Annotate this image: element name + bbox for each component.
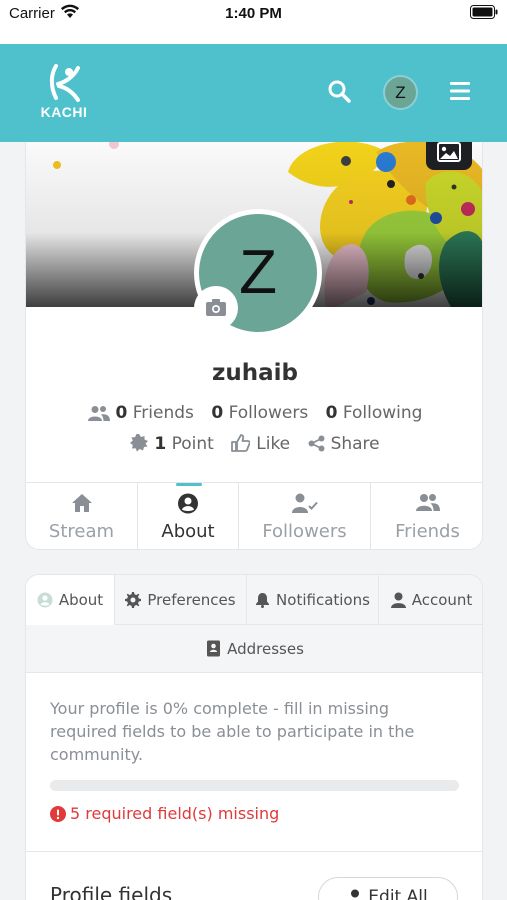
tab-about-label: About (161, 521, 215, 542)
tab-stream-label: Stream (48, 521, 115, 542)
following-count: 0 (325, 403, 338, 423)
settings-tab-account[interactable]: Account (379, 575, 482, 625)
share-label: Share (330, 434, 380, 454)
kachi-logo[interactable]: KACHI (36, 60, 92, 122)
tab-followers[interactable]: Followers (239, 483, 371, 549)
settings-tab-about[interactable]: About (26, 575, 115, 626)
change-avatar-button[interactable] (194, 286, 238, 330)
change-cover-button[interactable] (426, 142, 472, 170)
gear-icon (125, 592, 142, 608)
user-avatar[interactable]: Z (383, 75, 418, 110)
user-circle-icon (37, 592, 53, 608)
profile-tabs: Stream About Followers Friends (26, 482, 482, 549)
friends-label: Friends (132, 403, 194, 423)
missing-fields-text: 5 required field(s) missing (70, 804, 280, 823)
alert-icon (50, 806, 66, 822)
status-bar: Carrier 1:40 PM (0, 0, 507, 44)
tab-about[interactable]: About (138, 483, 239, 549)
clock: 1:40 PM (225, 5, 282, 22)
logo-text: KACHI (40, 104, 88, 120)
image-icon (437, 142, 461, 162)
followers-count: 0 (211, 403, 224, 423)
hamburger-menu-icon[interactable] (449, 81, 471, 105)
camera-icon (206, 299, 226, 316)
settings-tab-preferences-label: Preferences (147, 591, 236, 609)
active-tab-indicator (176, 483, 202, 486)
points-label: Point (171, 434, 214, 454)
settings-tab-notifications[interactable]: Notifications (247, 575, 379, 625)
following-label: Following (342, 403, 423, 423)
tab-friends[interactable]: Friends (371, 483, 482, 549)
followers-stat[interactable]: 0 Followers (211, 403, 308, 423)
users-icon (415, 493, 440, 515)
settings-tab-account-label: Account (411, 591, 473, 609)
profile-username: zuhaib (211, 360, 298, 386)
edit-all-button[interactable]: Edit All (318, 877, 458, 900)
friends-stat[interactable]: 0 Friends (87, 403, 194, 423)
like-label: Like (256, 434, 291, 454)
user-icon (390, 592, 406, 608)
missing-fields-alert: 5 required field(s) missing (50, 804, 279, 823)
share-icon (308, 435, 325, 452)
user-check-icon (291, 493, 318, 517)
settings-tabs: About Preferences Notifications Account (26, 575, 482, 626)
tab-friends-label: Friends (395, 521, 460, 542)
profile-completion-text: Your profile is 0% complete - fill in mi… (50, 699, 415, 764)
app-header: KACHI Z (0, 44, 507, 142)
settings-tab-notifications-label: Notifications (276, 591, 370, 609)
settings-tab-preferences[interactable]: Preferences (115, 575, 247, 625)
points-stat: 1 Point (130, 434, 214, 454)
profile-fields-title: Profile fields (50, 883, 173, 900)
settings-tab-addresses-label: Addresses (227, 640, 304, 658)
following-stat[interactable]: 0 Following (326, 403, 423, 423)
edit-all-label: Edit All (368, 887, 428, 900)
like-button[interactable]: Like (231, 434, 290, 454)
home-icon (71, 493, 93, 517)
tab-followers-label: Followers (262, 521, 347, 542)
settings-tab-about-label: About (58, 591, 104, 609)
actions-row: 1 Point Like Share (26, 434, 482, 456)
user-circle-icon (178, 493, 199, 518)
share-button[interactable]: Share (308, 434, 380, 454)
followers-label: Followers (228, 403, 309, 423)
address-book-icon (207, 640, 221, 657)
settings-tab-addresses[interactable]: Addresses (26, 625, 482, 673)
profile-card: Z zuhaib 0 Friends 0 Followers 0 Followi… (25, 142, 483, 550)
logo-mark-icon (49, 64, 80, 102)
badge-icon (130, 434, 149, 452)
bell-icon (256, 593, 270, 608)
friends-count: 0 (115, 403, 128, 423)
profile-completion-progress (50, 780, 459, 791)
battery-icon (470, 5, 498, 24)
tab-stream[interactable]: Stream (26, 483, 138, 549)
social-stats-row: 0 Friends 0 Followers 0 Following (26, 403, 482, 425)
thumbs-up-icon (231, 434, 251, 452)
users-icon (87, 406, 110, 421)
user-icon (351, 889, 360, 898)
settings-card: About Preferences Notifications Account … (25, 574, 483, 900)
search-icon[interactable] (327, 79, 351, 107)
points-count: 1 (154, 434, 167, 454)
divider (26, 851, 482, 852)
